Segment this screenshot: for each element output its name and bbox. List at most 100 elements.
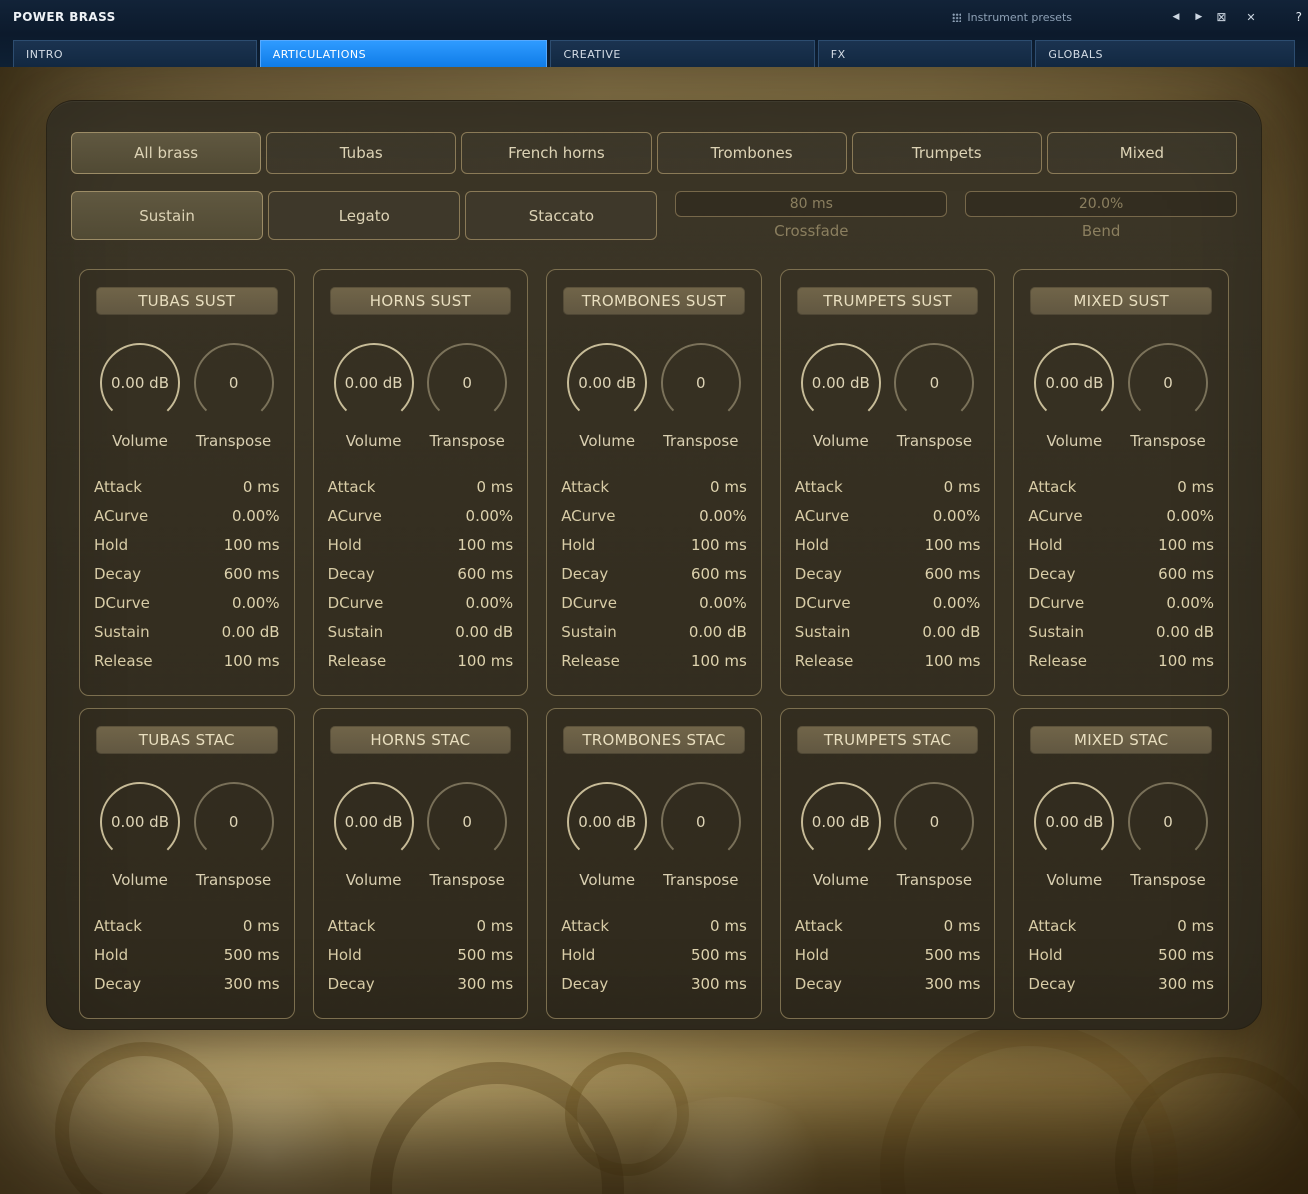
param-row-hold[interactable]: Hold500 ms: [1028, 940, 1214, 969]
volume-knob[interactable]: 0.00 dBVolume: [563, 779, 651, 889]
param-row-decay[interactable]: Decay300 ms: [795, 969, 981, 998]
transpose-knob[interactable]: 0Transpose: [423, 340, 511, 450]
param-row-attack[interactable]: Attack0 ms: [1028, 472, 1214, 501]
volume-knob[interactable]: 0.00 dBVolume: [1030, 340, 1118, 450]
tab-fx[interactable]: FX: [818, 40, 1033, 67]
param-row-acurve[interactable]: ACurve0.00%: [561, 501, 747, 530]
param-row-attack[interactable]: Attack0 ms: [94, 472, 280, 501]
instrument-button-mixed[interactable]: Mixed: [1047, 132, 1237, 174]
param-row-attack[interactable]: Attack0 ms: [795, 472, 981, 501]
articulation-button-staccato[interactable]: Staccato: [465, 191, 657, 240]
transpose-knob[interactable]: 0Transpose: [1124, 340, 1212, 450]
param-row-hold[interactable]: Hold100 ms: [1028, 530, 1214, 559]
volume-knob[interactable]: 0.00 dBVolume: [330, 340, 418, 450]
previous-preset-icon[interactable]: ◀: [1173, 13, 1180, 22]
instrument-button-trumpets[interactable]: Trumpets: [852, 132, 1042, 174]
param-row-decay[interactable]: Decay300 ms: [1028, 969, 1214, 998]
articulation-button-sustain[interactable]: Sustain: [71, 191, 263, 240]
param-row-attack[interactable]: Attack0 ms: [561, 472, 747, 501]
transpose-knob[interactable]: 0Transpose: [657, 340, 745, 450]
param-row-decay[interactable]: Decay600 ms: [1028, 559, 1214, 588]
volume-knob[interactable]: 0.00 dBVolume: [330, 779, 418, 889]
param-row-dcurve[interactable]: DCurve0.00%: [561, 588, 747, 617]
param-row-acurve[interactable]: ACurve0.00%: [795, 501, 981, 530]
volume-knob[interactable]: 0.00 dBVolume: [797, 340, 885, 450]
param-row-acurve[interactable]: ACurve 0.00%: [1028, 501, 1214, 530]
param-row-release[interactable]: Release100 ms: [1028, 646, 1214, 675]
param-row-hold[interactable]: Hold500 ms: [94, 940, 280, 969]
card-title: TRUMPETS STAC: [797, 726, 979, 754]
crossfade-slider[interactable]: 80 ms: [675, 191, 947, 217]
volume-knob[interactable]: 0.00 dBVolume: [96, 779, 184, 889]
param-row-hold[interactable]: Hold500 ms: [328, 940, 514, 969]
instrument-button-french-horns[interactable]: French horns: [461, 132, 651, 174]
next-preset-icon[interactable]: ▶: [1195, 13, 1202, 22]
volume-knob[interactable]: 0.00 dBVolume: [797, 779, 885, 889]
tab-creative[interactable]: CREATIVE: [550, 40, 814, 67]
param-row-hold[interactable]: Hold100 ms: [795, 530, 981, 559]
instrument-button-trombones[interactable]: Trombones: [657, 132, 847, 174]
transpose-knob[interactable]: 0Transpose: [657, 779, 745, 889]
param-row-sustain[interactable]: Sustain0.00 dB: [94, 617, 280, 646]
transpose-knob[interactable]: 0Transpose: [423, 779, 511, 889]
param-row-attack[interactable]: Attack0 ms: [561, 911, 747, 940]
tab-intro[interactable]: INTRO: [13, 40, 257, 67]
volume-knob[interactable]: 0.00 dBVolume: [563, 340, 651, 450]
close-icon[interactable]: ✕: [1246, 12, 1255, 23]
param-row-sustain[interactable]: Sustain0.00 dB: [328, 617, 514, 646]
window-icon[interactable]: ⊠: [1216, 11, 1226, 23]
param-row-release[interactable]: Release100 ms: [561, 646, 747, 675]
param-row-dcurve[interactable]: DCurve0.00%: [328, 588, 514, 617]
param-row-sustain[interactable]: Sustain0.00 dB: [561, 617, 747, 646]
param-row-decay[interactable]: Decay600 ms: [328, 559, 514, 588]
param-row-acurve[interactable]: ACurve0.00%: [328, 501, 514, 530]
param-row-hold[interactable]: Hold100 ms: [561, 530, 747, 559]
param-name: Hold: [1028, 946, 1062, 964]
transpose-knob[interactable]: 0Transpose: [1124, 779, 1212, 889]
param-row-decay[interactable]: Decay600 ms: [561, 559, 747, 588]
instrument-presets-button[interactable]: Instrument presets: [952, 0, 1072, 34]
param-row-dcurve[interactable]: DCurve0.00%: [1028, 588, 1214, 617]
param-row-sustain[interactable]: Sustain0.00 dB: [1028, 617, 1214, 646]
param-row-attack[interactable]: Attack0 ms: [328, 472, 514, 501]
help-icon[interactable]: ?: [1296, 11, 1302, 23]
knob-ring: 0: [658, 340, 744, 426]
param-value: 0.00%: [1166, 507, 1214, 525]
param-row-decay[interactable]: Decay300 ms: [328, 969, 514, 998]
volume-knob[interactable]: 0.00 dBVolume: [96, 340, 184, 450]
instrument-button-all-brass[interactable]: All brass: [71, 132, 261, 174]
param-row-decay[interactable]: Decay300 ms: [561, 969, 747, 998]
param-row-decay[interactable]: Decay600 ms: [94, 559, 280, 588]
transpose-knob[interactable]: 0Transpose: [190, 340, 278, 450]
tab-globals[interactable]: GLOBALS: [1035, 40, 1295, 67]
bend-slider[interactable]: 20.0%: [965, 191, 1237, 217]
transpose-knob[interactable]: 0Transpose: [190, 779, 278, 889]
transpose-knob[interactable]: 0Transpose: [890, 340, 978, 450]
param-row-acurve[interactable]: ACurve0.00%: [94, 501, 280, 530]
knob-value: 0.00 dB: [564, 340, 650, 426]
param-row-dcurve[interactable]: DCurve0.00%: [795, 588, 981, 617]
param-row-sustain[interactable]: Sustain0.00 dB: [795, 617, 981, 646]
transpose-knob[interactable]: 0Transpose: [890, 779, 978, 889]
param-row-dcurve[interactable]: DCurve0.00%: [94, 588, 280, 617]
param-row-attack[interactable]: Attack0 ms: [328, 911, 514, 940]
param-row-decay[interactable]: Decay300 ms: [94, 969, 280, 998]
param-row-hold[interactable]: Hold100 ms: [328, 530, 514, 559]
volume-knob[interactable]: 0.00 dBVolume: [1030, 779, 1118, 889]
param-row-attack[interactable]: Attack0 ms: [1028, 911, 1214, 940]
param-row-attack[interactable]: Attack0 ms: [795, 911, 981, 940]
param-row-release[interactable]: Release100 ms: [94, 646, 280, 675]
param-value: 500 ms: [925, 946, 981, 964]
instrument-button-tubas[interactable]: Tubas: [266, 132, 456, 174]
param-name: ACurve: [1028, 507, 1082, 525]
tab-articulations[interactable]: ARTICULATIONS: [260, 40, 548, 67]
param-row-hold[interactable]: Hold500 ms: [795, 940, 981, 969]
param-row-release[interactable]: Release100 ms: [328, 646, 514, 675]
param-row-decay[interactable]: Decay600 ms: [795, 559, 981, 588]
param-list: Attack0 msHold500 msDecay300 ms: [561, 911, 747, 998]
param-row-attack[interactable]: Attack0 ms: [94, 911, 280, 940]
param-row-hold[interactable]: Hold100 ms: [94, 530, 280, 559]
param-row-release[interactable]: Release100 ms: [795, 646, 981, 675]
articulation-button-legato[interactable]: Legato: [268, 191, 460, 240]
param-row-hold[interactable]: Hold500 ms: [561, 940, 747, 969]
